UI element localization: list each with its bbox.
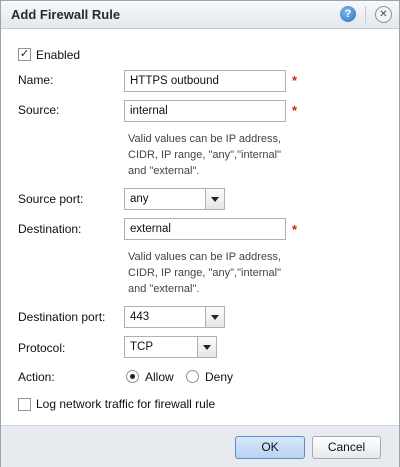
source-port-select[interactable]: any xyxy=(124,188,225,210)
destination-port-select[interactable]: 443 xyxy=(124,306,225,328)
enabled-checkbox[interactable]: ✓ xyxy=(18,48,31,61)
action-label: Action: xyxy=(18,370,55,384)
source-port-dropdown-button[interactable] xyxy=(205,189,224,209)
checkmark-icon: ✓ xyxy=(19,48,30,60)
dialog-footer: OK Cancel xyxy=(1,425,399,467)
protocol-dropdown-button[interactable] xyxy=(197,337,216,357)
name-input[interactable]: HTTPS outbound xyxy=(124,70,286,92)
action-allow-radio[interactable] xyxy=(126,370,139,383)
action-allow-label[interactable]: Allow xyxy=(145,370,174,384)
source-hint-line: Valid values can be IP address, xyxy=(128,133,282,145)
source-hint-line: CIDR, IP range, "any","internal" xyxy=(128,149,281,161)
log-traffic-checkbox[interactable] xyxy=(18,398,31,411)
dialog-titlebar: Add Firewall Rule ? ✕ xyxy=(1,1,399,29)
name-label: Name: xyxy=(18,73,54,87)
destination-port-value: 443 xyxy=(130,311,150,323)
destination-input[interactable]: external xyxy=(124,218,286,240)
action-deny-label[interactable]: Deny xyxy=(205,370,233,384)
source-port-value: any xyxy=(130,193,149,205)
ok-button[interactable]: OK xyxy=(235,436,305,459)
titlebar-divider xyxy=(365,6,366,23)
radio-selected-dot xyxy=(130,374,135,379)
help-icon[interactable]: ? xyxy=(340,6,356,22)
log-traffic-label[interactable]: Log network traffic for firewall rule xyxy=(36,397,215,411)
cancel-button[interactable]: Cancel xyxy=(312,436,381,459)
source-hint-line: and "external". xyxy=(128,165,200,177)
destination-port-label: Destination port: xyxy=(18,310,106,324)
dialog-title: Add Firewall Rule xyxy=(11,7,121,22)
source-required-mark: * xyxy=(292,103,298,118)
protocol-label: Protocol: xyxy=(18,341,66,355)
destination-hint-line: Valid values can be IP address, xyxy=(128,251,282,263)
name-required-mark: * xyxy=(292,73,298,88)
destination-port-dropdown-button[interactable] xyxy=(205,307,224,327)
destination-hint: Valid values can be IP address, CIDR, IP… xyxy=(128,249,288,297)
close-icon[interactable]: ✕ xyxy=(375,6,392,23)
source-port-label: Source port: xyxy=(18,192,84,206)
chevron-down-icon xyxy=(211,315,219,320)
destination-hint-line: CIDR, IP range, "any","internal" xyxy=(128,267,281,279)
add-firewall-rule-dialog: Add Firewall Rule ? ✕ ✓ Enabled Name: HT… xyxy=(0,0,400,467)
destination-required-mark: * xyxy=(292,222,298,237)
destination-label: Destination: xyxy=(18,222,82,236)
protocol-select[interactable]: TCP xyxy=(124,336,217,358)
source-input[interactable]: internal xyxy=(124,100,286,122)
destination-hint-line: and "external". xyxy=(128,283,200,295)
source-label: Source: xyxy=(18,103,60,117)
chevron-down-icon xyxy=(203,345,211,350)
chevron-down-icon xyxy=(211,197,219,202)
action-deny-radio[interactable] xyxy=(186,370,199,383)
enabled-label: Enabled xyxy=(36,48,81,62)
protocol-value: TCP xyxy=(130,341,153,353)
source-hint: Valid values can be IP address, CIDR, IP… xyxy=(128,131,288,179)
